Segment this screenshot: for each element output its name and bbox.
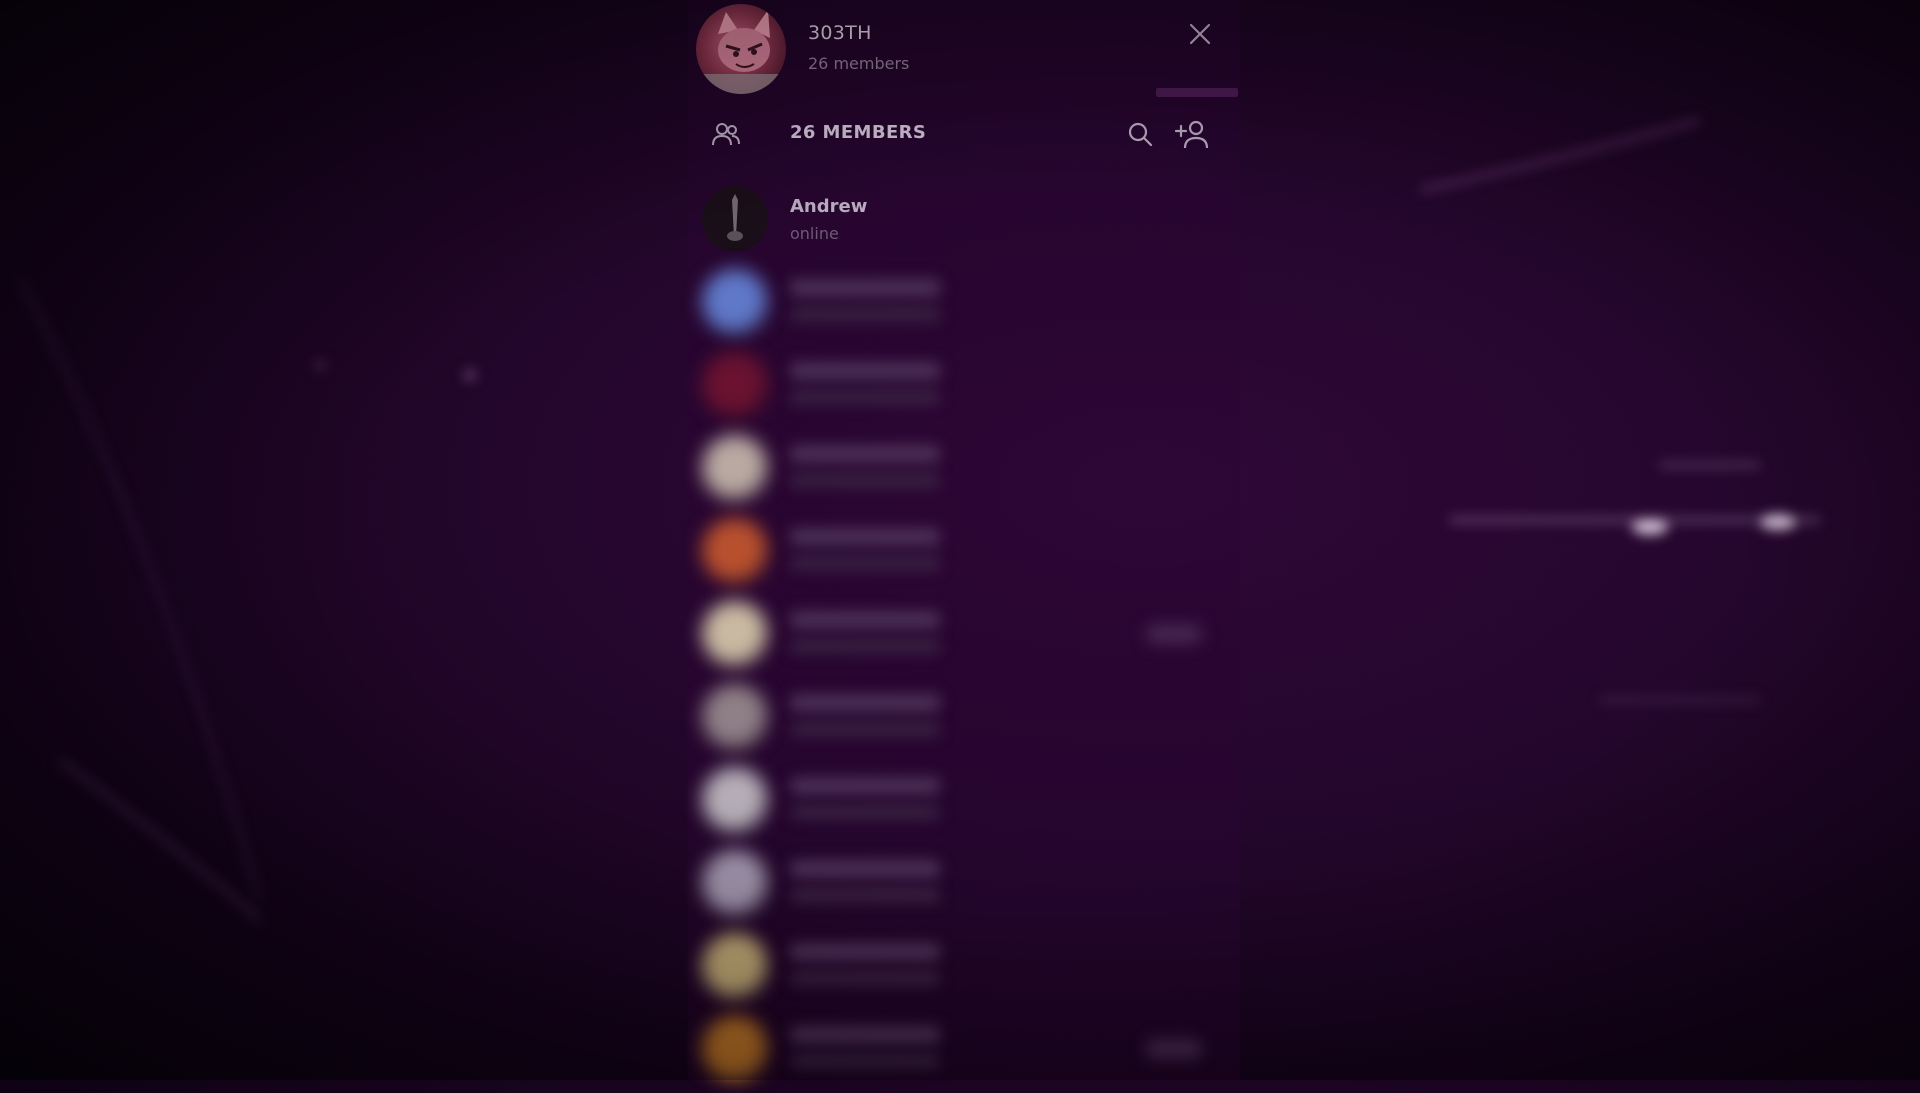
member-name — [790, 362, 940, 380]
member-name: Andrew — [790, 196, 868, 217]
member-row[interactable] — [688, 1010, 1240, 1093]
member-avatar[interactable] — [702, 767, 768, 833]
member-name — [790, 528, 940, 546]
member-row[interactable] — [688, 429, 1240, 512]
group-title: 303TH — [808, 22, 872, 44]
member-status — [790, 473, 940, 487]
member-avatar[interactable] — [702, 684, 768, 750]
cat-avatar-icon — [696, 10, 786, 94]
member-status — [790, 390, 940, 404]
member-row[interactable] — [688, 761, 1240, 844]
member-row[interactable] — [688, 678, 1240, 761]
member-name — [790, 611, 940, 629]
search-icon — [1128, 122, 1153, 147]
member-name — [790, 279, 940, 297]
member-name — [790, 943, 940, 961]
member-status — [790, 1054, 940, 1068]
member-role-badge — [1146, 625, 1202, 643]
member-name — [790, 860, 940, 878]
member-status — [790, 556, 940, 570]
member-name — [790, 445, 940, 463]
member-status — [790, 639, 940, 653]
search-button[interactable] — [1126, 120, 1154, 148]
close-icon — [1189, 23, 1211, 45]
member-avatar[interactable] — [702, 435, 768, 501]
close-button[interactable] — [1186, 20, 1214, 48]
member-avatar[interactable] — [702, 518, 768, 584]
member-row[interactable] — [688, 346, 1240, 429]
add-member-button[interactable] — [1174, 118, 1210, 150]
member-row[interactable] — [688, 263, 1240, 346]
member-row[interactable] — [688, 927, 1240, 1010]
member-list: Andrew online — [688, 180, 1240, 1093]
member-row[interactable] — [688, 844, 1240, 927]
member-name — [790, 1026, 940, 1044]
member-avatar[interactable] — [702, 352, 768, 418]
group-avatar[interactable] — [696, 4, 786, 94]
member-status — [790, 888, 940, 902]
member-avatar[interactable] — [702, 933, 768, 999]
member-avatar[interactable] — [702, 850, 768, 916]
member-avatar[interactable] — [702, 269, 768, 335]
member-avatar[interactable] — [702, 1016, 768, 1082]
member-status — [790, 722, 940, 736]
member-role-badge — [1146, 1040, 1202, 1058]
member-row[interactable]: Andrew online — [688, 180, 1240, 263]
member-avatar[interactable] — [702, 186, 768, 252]
member-status — [790, 971, 940, 985]
member-avatar[interactable] — [702, 601, 768, 667]
group-members-panel: 303TH 26 members 26 MEMBERS Andrew onlin… — [688, 0, 1240, 1082]
member-row[interactable] — [688, 595, 1240, 678]
add-member-icon — [1174, 120, 1209, 149]
member-name — [790, 694, 940, 712]
group-header: 303TH 26 members — [688, 0, 1240, 97]
member-status: online — [790, 224, 839, 243]
group-member-count: 26 members — [808, 54, 910, 73]
members-heading: 26 MEMBERS — [790, 122, 927, 143]
members-toolbar: 26 MEMBERS — [688, 112, 1240, 156]
member-row[interactable] — [688, 512, 1240, 595]
header-divider — [1156, 88, 1238, 97]
member-status — [790, 307, 940, 321]
member-status — [790, 805, 940, 819]
members-icon — [710, 118, 742, 150]
member-name — [790, 777, 940, 795]
